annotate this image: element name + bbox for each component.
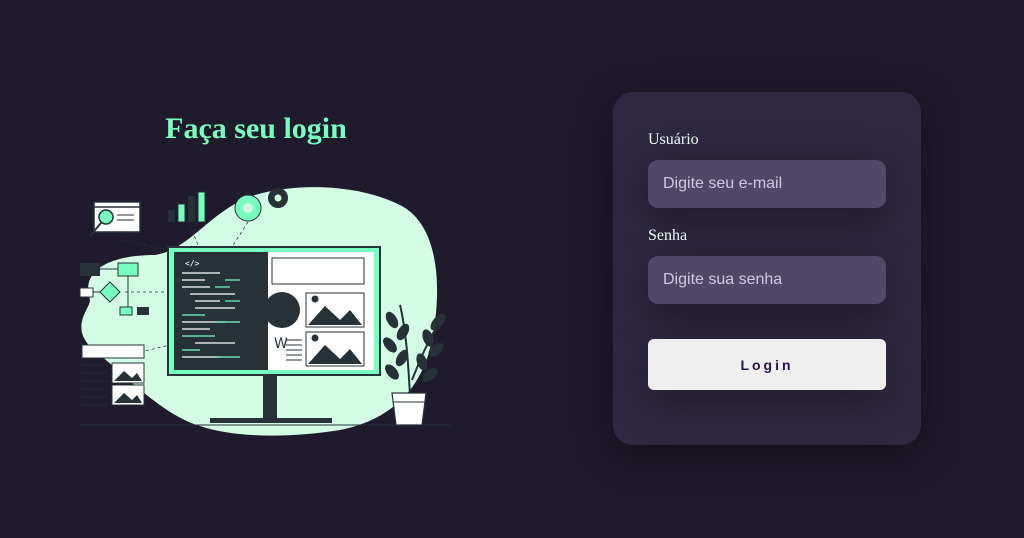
username-input[interactable] — [648, 160, 886, 208]
svg-text:W: W — [274, 336, 288, 352]
svg-text:</>: </> — [185, 259, 200, 268]
left-panel: Faça seu login </> W — [0, 0, 512, 538]
computer-illustration: </> W — [79, 187, 450, 436]
page-title: Faça seu login — [165, 112, 347, 145]
search-window-icon — [89, 201, 141, 237]
username-label: Usuário — [648, 131, 699, 148]
image-cards-icon — [81, 344, 145, 406]
password-input[interactable] — [648, 256, 886, 304]
login-card: Usuário Senha Login — [613, 92, 921, 445]
bar-chart-icon — [168, 191, 206, 223]
login-button[interactable]: Login — [648, 339, 886, 390]
login-page: Faça seu login </> W Usuário Digite seu … — [0, 0, 1024, 538]
password-label: Senha — [648, 227, 688, 244]
